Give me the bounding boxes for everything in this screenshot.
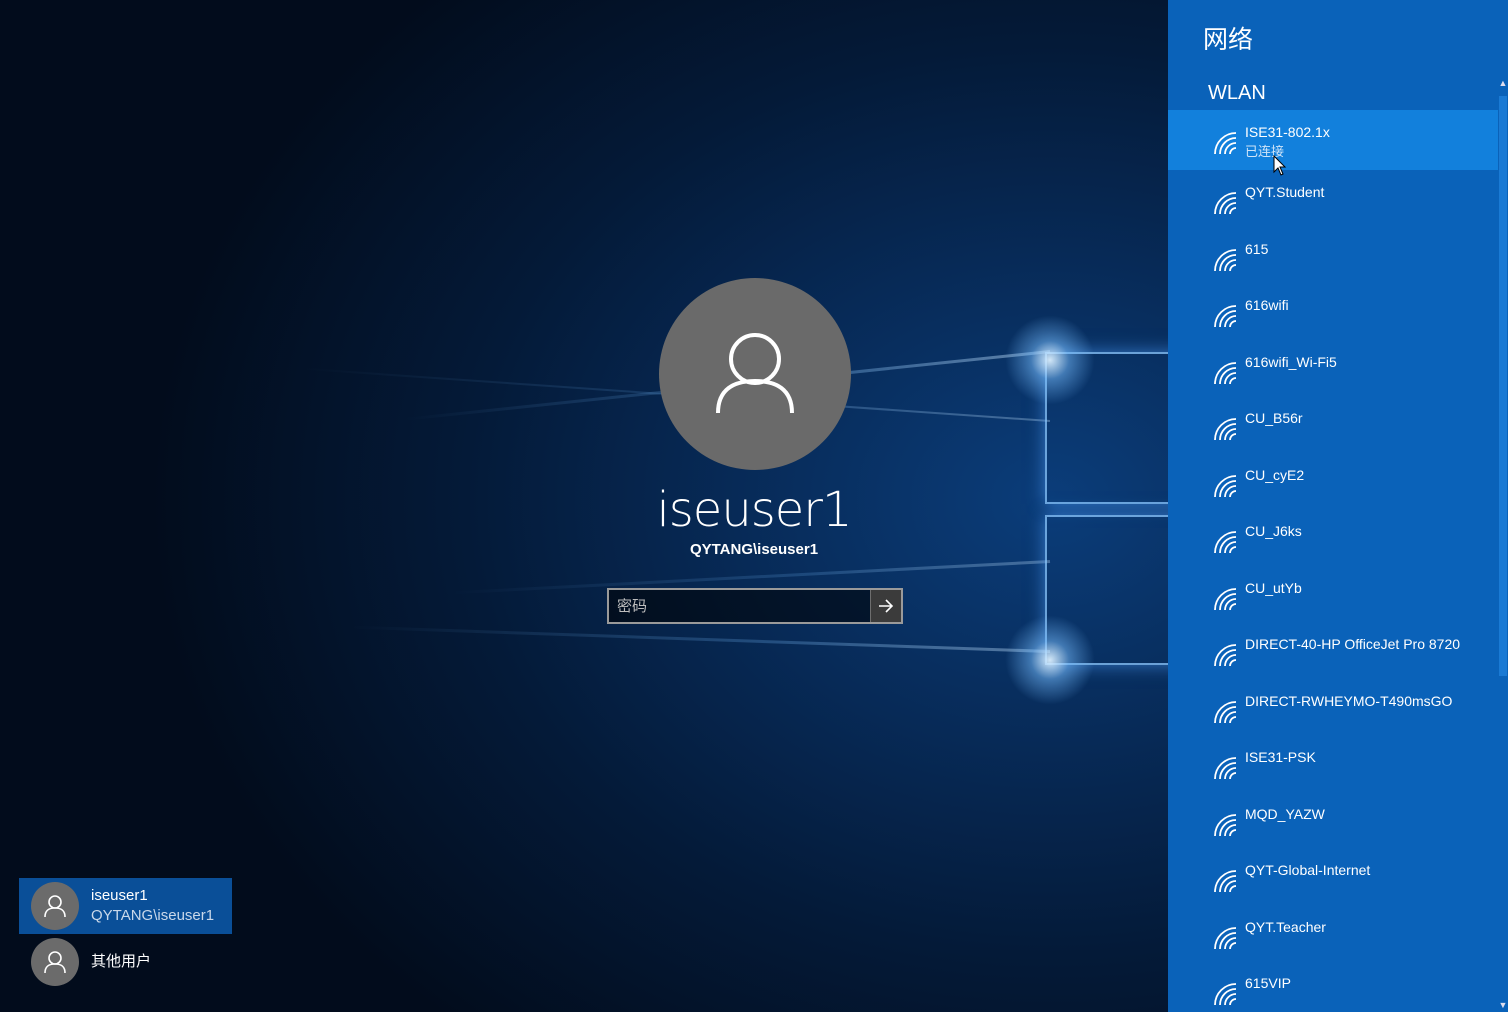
submit-button[interactable] xyxy=(870,590,901,622)
wifi-signal-icon xyxy=(1212,981,1238,1007)
wifi-signal-icon xyxy=(1212,529,1238,555)
wifi-signal-icon xyxy=(1212,473,1238,499)
network-name: CU_B56r xyxy=(1245,410,1303,426)
network-name: QYT-Global-Internet xyxy=(1245,862,1371,878)
network-name: ISE31-802.1x xyxy=(1245,124,1330,140)
mouse-cursor-icon xyxy=(1273,155,1287,176)
user-avatar xyxy=(659,278,851,470)
arrow-right-icon xyxy=(879,599,894,613)
network-item[interactable]: QYT.Student xyxy=(1168,170,1498,227)
user-tile-other-user[interactable]: 其他用户 xyxy=(19,934,232,990)
network-item[interactable]: 616wifi xyxy=(1168,283,1498,340)
network-item[interactable]: QYT-Global-Internet xyxy=(1168,848,1498,905)
network-name: 616wifi xyxy=(1245,297,1289,313)
network-item[interactable]: CU_cyE2 xyxy=(1168,453,1498,510)
wifi-signal-icon xyxy=(1212,868,1238,894)
user-icon xyxy=(44,951,66,974)
wifi-signal-icon xyxy=(1212,360,1238,386)
network-item[interactable]: DIRECT-40-HP OfficeJet Pro 8720 xyxy=(1168,622,1498,679)
network-name: CU_utYb xyxy=(1245,579,1302,596)
wifi-signal-icon xyxy=(1212,925,1238,951)
network-flyout: 网络 WLAN ISE31-802.1x 已连接 QYT.Student 615 616… xyxy=(1168,0,1508,1012)
network-name: CU_J6ks xyxy=(1245,523,1302,539)
network-name: MQD_YAZW xyxy=(1245,805,1325,822)
user-icon xyxy=(44,895,66,918)
network-name: 616wifi_Wi-Fi5 xyxy=(1245,353,1337,370)
panel-title: 网络 xyxy=(1203,25,1254,54)
user-tile-iseuser1[interactable]: iseuser1 QYTANG\iseuser1 xyxy=(19,878,232,934)
network-name: 615 xyxy=(1245,240,1269,257)
network-item[interactable]: MQD_YAZW xyxy=(1168,792,1498,849)
user-tile-name: 其他用户 xyxy=(91,953,152,970)
avatar xyxy=(31,938,79,986)
wifi-signal-icon xyxy=(1212,303,1238,329)
wifi-signal-icon xyxy=(1212,130,1238,156)
password-field-container xyxy=(607,588,903,624)
scroll-down-icon[interactable]: ▼ xyxy=(1498,1000,1508,1012)
network-item[interactable]: ISE31-PSK xyxy=(1168,735,1498,792)
network-name: ISE31-PSK xyxy=(1245,749,1316,765)
avatar xyxy=(31,882,79,930)
wifi-signal-icon xyxy=(1212,812,1238,838)
wifi-signal-icon xyxy=(1212,586,1238,612)
network-list: ISE31-802.1x 已连接 QYT.Student 615 616wifi 616w… xyxy=(1168,110,1498,1012)
wifi-signal-icon xyxy=(1212,416,1238,442)
user-tile-domain: QYTANG\iseuser1 xyxy=(91,907,215,924)
scroll-up-icon[interactable]: ▲ xyxy=(1498,78,1508,90)
wifi-signal-icon xyxy=(1212,755,1238,781)
network-name: QYT.Teacher xyxy=(1245,918,1326,935)
network-item[interactable]: ISE31-802.1x 已连接 xyxy=(1168,110,1498,170)
user-icon xyxy=(716,333,794,414)
network-name: CU_cyE2 xyxy=(1245,466,1305,483)
network-name: QYT.Student xyxy=(1245,184,1325,200)
network-item[interactable]: CU_utYb xyxy=(1168,566,1498,623)
network-item[interactable]: DIRECT-RWHEYMO-T490msGO xyxy=(1168,679,1498,736)
wifi-signal-icon xyxy=(1212,247,1238,273)
wlan-header: WLAN xyxy=(1208,82,1266,104)
network-name: DIRECT-RWHEYMO-T490msGO xyxy=(1245,692,1453,709)
username: iseuser1 xyxy=(656,482,852,538)
scroll-thumb[interactable] xyxy=(1499,96,1507,676)
network-item[interactable]: 615VIP xyxy=(1168,961,1498,1012)
network-name: 615VIP xyxy=(1245,975,1291,991)
user-tile-name: iseuser1 xyxy=(91,887,148,904)
network-item[interactable]: CU_J6ks xyxy=(1168,509,1498,566)
scrollbar[interactable]: ▲ ▼ xyxy=(1498,66,1508,1012)
network-item[interactable]: 616wifi_Wi-Fi5 xyxy=(1168,340,1498,397)
network-item[interactable]: CU_B56r xyxy=(1168,396,1498,453)
password-input[interactable] xyxy=(609,590,870,622)
wifi-signal-icon xyxy=(1212,190,1238,216)
network-item[interactable]: 615 xyxy=(1168,227,1498,284)
domain-username: QYTANG\iseuser1 xyxy=(689,541,819,558)
lock-screen: iseuser1 QYTANG\iseuser1 iseuser1 QYTANG… xyxy=(0,0,1508,1012)
network-item[interactable]: QYT.Teacher xyxy=(1168,905,1498,962)
wifi-signal-icon xyxy=(1212,642,1238,668)
wifi-signal-icon xyxy=(1212,699,1238,725)
network-name: DIRECT-40-HP OfficeJet Pro 8720 xyxy=(1245,636,1461,652)
